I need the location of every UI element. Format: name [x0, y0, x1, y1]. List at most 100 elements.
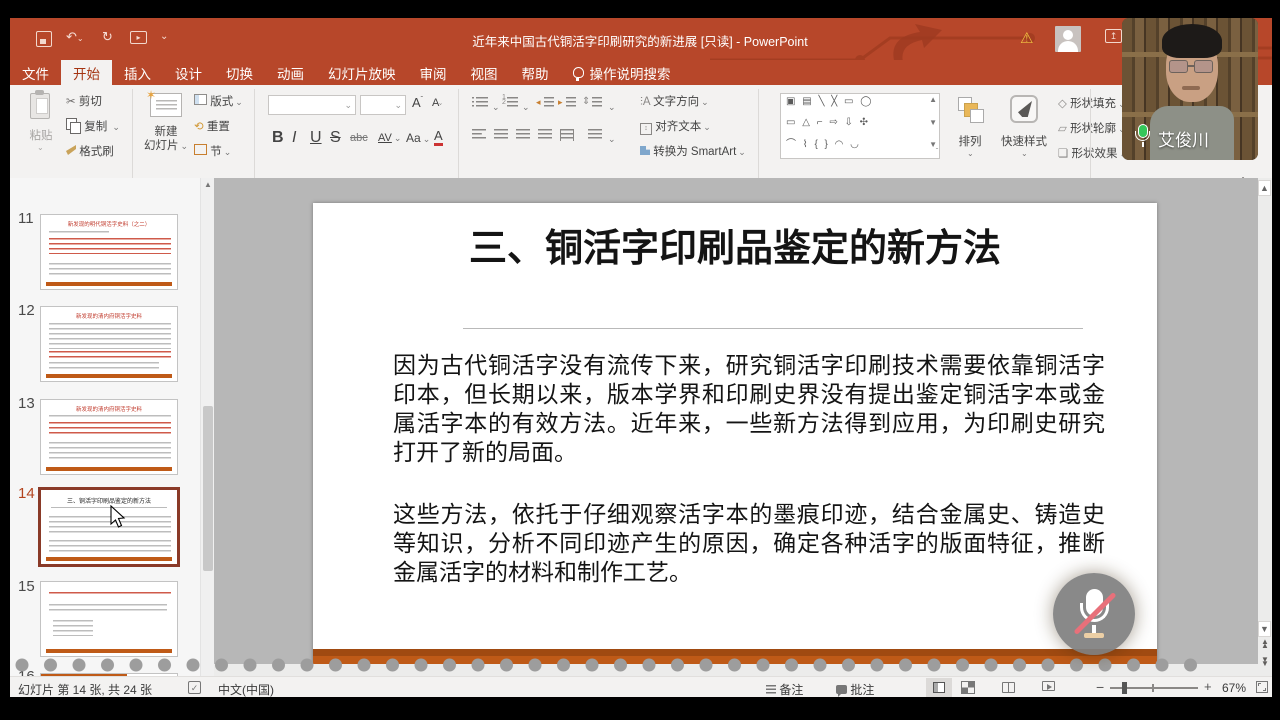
tab-transitions[interactable]: 切换: [214, 60, 265, 85]
panel-scroll-up-icon[interactable]: ▲: [201, 180, 215, 189]
justify-button[interactable]: [538, 129, 552, 141]
increase-indent-button[interactable]: ▸: [560, 97, 576, 109]
warning-icon[interactable]: ⚠: [1020, 29, 1033, 47]
layout-icon: [194, 94, 207, 105]
save-icon[interactable]: [36, 31, 52, 47]
tab-review[interactable]: 审阅: [408, 60, 459, 85]
shrink-font-button[interactable]: Aˇ: [432, 97, 442, 111]
paste-button[interactable]: 粘贴 ⌄: [20, 91, 62, 173]
fit-slide-to-window-icon[interactable]: [1256, 681, 1268, 693]
notes-button[interactable]: 备注: [766, 681, 803, 698]
font-name-select[interactable]: ⌄: [268, 95, 356, 115]
slide-paragraph-2[interactable]: 这些方法，依托于仔细观察活字本的墨痕印迹，结合金属史、铸造史等知识，分析不同印迹…: [393, 500, 1105, 587]
font-color-button[interactable]: A: [434, 129, 443, 146]
slide-paragraph-1[interactable]: 因为古代铜活字没有流传下来，研究铜活字印刷技术需要依靠铜活字印本，但长期以来，版…: [393, 351, 1105, 467]
tab-insert[interactable]: 插入: [112, 60, 163, 85]
smartart-button[interactable]: 转换为 SmartArt: [640, 143, 746, 159]
reading-view-button[interactable]: [1002, 682, 1015, 693]
tab-home[interactable]: 开始: [61, 60, 112, 85]
lightbulb-icon: [573, 67, 584, 78]
numbering-button[interactable]: 12: [502, 97, 518, 109]
ribbon-display-options-icon[interactable]: ↥: [1105, 29, 1122, 43]
account-icon[interactable]: [1055, 26, 1081, 52]
tab-animations[interactable]: 动画: [265, 60, 316, 85]
underline-button[interactable]: U: [310, 129, 322, 147]
panel-scrollbar[interactable]: ▲: [200, 178, 214, 676]
line-spacing-button[interactable]: ⇕: [584, 97, 602, 109]
format-painter-button[interactable]: 格式刷: [66, 143, 114, 159]
slide-thumbnail-13[interactable]: 新发现的清内府铜活字史料: [40, 399, 178, 475]
tab-design[interactable]: 设计: [163, 60, 214, 85]
accessibility-check-icon[interactable]: ✓: [188, 681, 201, 694]
comments-button[interactable]: 批注: [836, 681, 874, 698]
italic-button[interactable]: I: [292, 129, 296, 147]
next-slide-icon[interactable]: ▼▼: [1259, 658, 1271, 666]
shapes-gallery[interactable]: ▣ ▤ ╲ ╳ ▭ ◯ ▭ △ ⌐ ⇨ ⇩ ✣ ⌒ ⌇ { } ◠ ◡ ▲ ▼ …: [780, 93, 940, 159]
zoom-level[interactable]: 67%: [1222, 681, 1246, 695]
reset-button[interactable]: ⟲ 重置: [194, 118, 230, 134]
scroll-up-icon[interactable]: ▲: [1258, 180, 1271, 196]
zoom-out-button[interactable]: −: [1096, 679, 1104, 695]
webcam-tile[interactable]: 艾俊川: [1122, 18, 1258, 160]
mute-button[interactable]: [1053, 573, 1135, 655]
slide-counter[interactable]: 幻灯片 第 14 张, 共 24 张: [18, 681, 152, 698]
new-slide-button[interactable]: ✶ 新建 幻灯片: [140, 91, 192, 175]
shapes-more[interactable]: ▼̱: [929, 140, 937, 149]
align-center-button[interactable]: [494, 129, 508, 141]
normal-view-button[interactable]: [926, 678, 952, 697]
arrange-button[interactable]: 排列 ⌄: [950, 93, 990, 173]
zoom-in-button[interactable]: +: [1204, 679, 1212, 694]
panel-scrollbar-thumb[interactable]: [203, 406, 213, 571]
align-right-button[interactable]: [516, 129, 530, 141]
character-spacing-button[interactable]: AV: [378, 132, 401, 144]
layout-button[interactable]: 版式: [194, 93, 243, 109]
title-divider: [463, 328, 1083, 329]
copy-button[interactable]: 复制: [66, 118, 120, 134]
bullets-button[interactable]: [472, 97, 488, 109]
align-text-button[interactable]: ↕ 对齐文本: [640, 118, 711, 135]
slide-thumbnail-12[interactable]: 新发现的清内府铜活字史料: [40, 306, 178, 382]
tab-slideshow[interactable]: 幻灯片放映: [316, 60, 408, 85]
line-spacing-dropdown[interactable]: [606, 97, 616, 115]
previous-slide-icon[interactable]: ▲▲: [1259, 640, 1271, 648]
tab-help[interactable]: 帮助: [510, 60, 561, 85]
slide-thumbnail-14[interactable]: 三、铜活字印刷品鉴定的新方法: [38, 487, 180, 567]
bold-button[interactable]: B: [272, 129, 284, 147]
columns-button[interactable]: [588, 129, 602, 141]
grow-font-button[interactable]: Aˆ: [412, 95, 423, 110]
zoom-slider-thumb[interactable]: [1122, 682, 1127, 694]
bullets-dropdown[interactable]: [490, 97, 500, 115]
text-direction-button[interactable]: ⫶A 文字方向: [640, 93, 709, 109]
text-shadow-button[interactable]: abc: [350, 132, 368, 144]
shapes-scroll-down[interactable]: ▼: [929, 118, 937, 127]
qat-customize-icon[interactable]: ⌄: [160, 29, 168, 45]
cut-button[interactable]: ✂ 剪切: [66, 93, 102, 109]
font-size-select[interactable]: ⌄: [360, 95, 406, 115]
redo-icon[interactable]: ↻: [102, 29, 113, 45]
slideshow-view-button[interactable]: [1042, 681, 1055, 691]
slide-thumbnail-15[interactable]: [40, 581, 178, 657]
slide-thumbnail-11[interactable]: 新发现的明代铜活字史料（之二）: [40, 214, 178, 290]
shapes-scroll-up[interactable]: ▲: [929, 95, 937, 104]
tab-file[interactable]: 文件: [10, 60, 61, 85]
language-status[interactable]: 中文(中国): [218, 681, 274, 698]
slide-sorter-view-button[interactable]: [962, 682, 974, 693]
columns-dropdown[interactable]: [606, 129, 616, 147]
align-left-button[interactable]: [472, 129, 486, 141]
start-slideshow-icon[interactable]: ▸: [130, 31, 147, 44]
section-button[interactable]: 节: [194, 143, 231, 159]
tab-view[interactable]: 视图: [459, 60, 510, 85]
zoom-slider[interactable]: [1110, 687, 1198, 689]
numbering-dropdown[interactable]: [520, 97, 530, 115]
main-scrollbar[interactable]: ▲ ▼ ▲▲ ▼▼: [1258, 178, 1272, 676]
scroll-down-icon[interactable]: ▼: [1258, 621, 1271, 637]
change-case-button[interactable]: Aa: [406, 131, 430, 145]
strikethrough-button[interactable]: S: [330, 129, 341, 147]
tell-me-search[interactable]: 操作说明搜索: [561, 60, 683, 85]
undo-icon[interactable]: ↶⌄: [66, 29, 84, 47]
decrease-indent-button[interactable]: ◂: [538, 97, 554, 109]
slide-title[interactable]: 三、铜活字印刷品鉴定的新方法: [313, 217, 1157, 272]
distributed-button[interactable]: [560, 129, 574, 141]
slide[interactable]: 三、铜活字印刷品鉴定的新方法 因为古代铜活字没有流传下来，研究铜活字印刷技术需要…: [313, 203, 1157, 680]
quick-styles-button[interactable]: 快速样式 ⌄: [996, 93, 1052, 173]
